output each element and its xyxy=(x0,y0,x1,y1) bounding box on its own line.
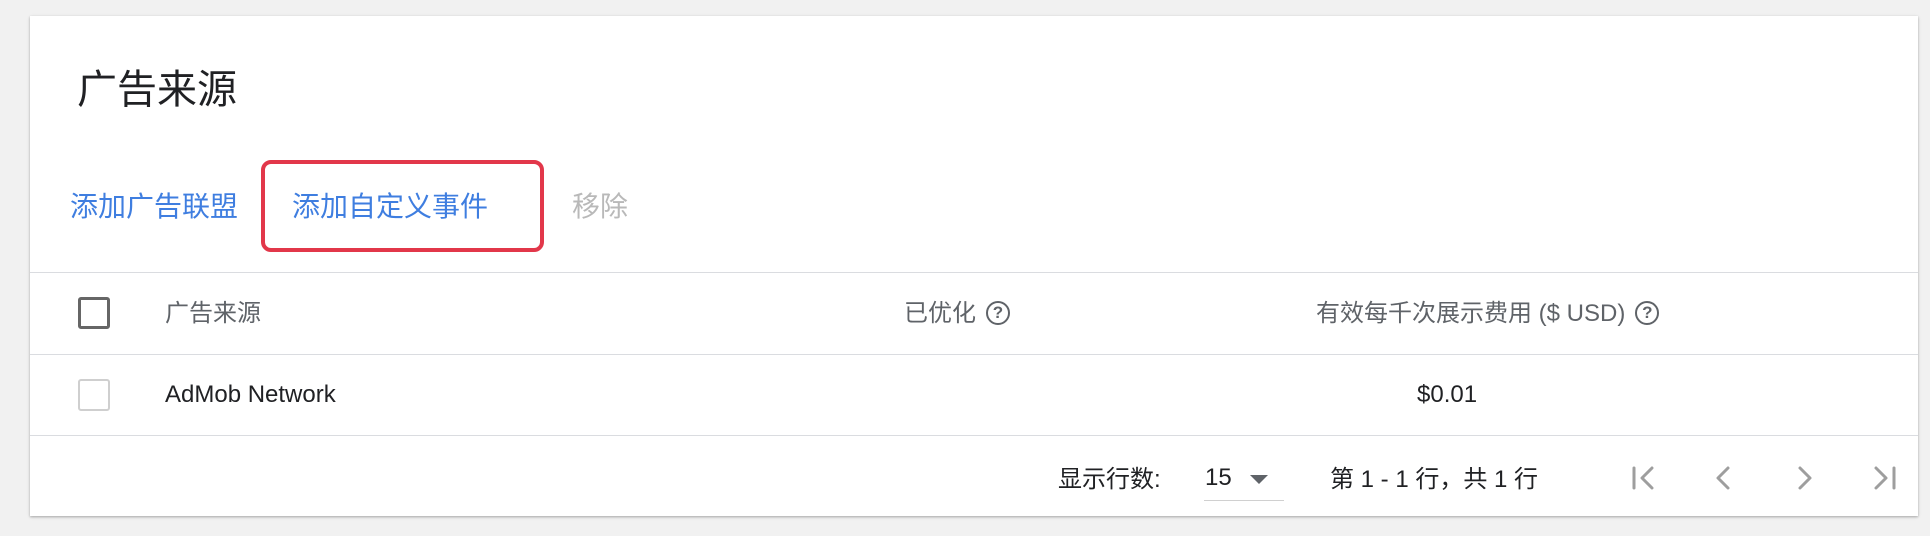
column-header-optimized-label: 已优化 xyxy=(904,300,976,327)
row-ecpm-value: $0.01 xyxy=(1417,381,1478,408)
ad-sources-card: 广告来源 添加广告联盟 添加自定义事件 移除 广告来源 已优化? 有效每千次展示… xyxy=(30,16,1918,516)
help-icon[interactable]: ? xyxy=(986,300,1010,325)
add-custom-event-button[interactable]: 添加自定义事件 xyxy=(292,187,488,227)
row-checkbox[interactable] xyxy=(78,379,110,411)
remove-button[interactable]: 移除 xyxy=(572,187,628,227)
first-page-icon[interactable] xyxy=(1624,458,1664,498)
page-range-text: 第 1 - 1 行，共 1 行 xyxy=(1330,466,1539,493)
add-ad-network-button[interactable]: 添加广告联盟 xyxy=(70,187,238,227)
chevron-right-icon[interactable] xyxy=(1784,458,1824,498)
rows-per-page-label: 显示行数: xyxy=(1058,466,1161,493)
select-all-checkbox[interactable] xyxy=(78,297,110,329)
last-page-icon[interactable] xyxy=(1864,458,1904,498)
column-header-ecpm: 有效每千次展示费用 ($ USD)? xyxy=(1316,298,1660,330)
action-bar: 添加广告联盟 添加自定义事件 移除 xyxy=(30,166,1918,250)
rows-per-page-value: 15 xyxy=(1205,464,1232,491)
rows-per-page-select[interactable]: 15 xyxy=(1204,450,1284,501)
chevron-left-icon[interactable] xyxy=(1704,458,1744,498)
column-header-optimized: 已优化? xyxy=(904,298,1010,330)
column-header-source: 广告来源 xyxy=(165,300,261,327)
page-title: 广告来源 xyxy=(77,68,237,112)
column-header-ecpm-label: 有效每千次展示费用 ($ USD) xyxy=(1316,300,1626,327)
row-source-name: AdMob Network xyxy=(165,381,336,408)
help-icon[interactable]: ? xyxy=(1635,300,1660,325)
table-row[interactable]: AdMob Network $0.01 xyxy=(30,355,1918,435)
pagination-bar: 显示行数: 15 第 1 - 1 行，共 1 行 xyxy=(30,436,1918,516)
table-header-row: 广告来源 已优化? 有效每千次展示费用 ($ USD)? xyxy=(30,273,1918,354)
caret-down-icon xyxy=(1250,475,1268,484)
